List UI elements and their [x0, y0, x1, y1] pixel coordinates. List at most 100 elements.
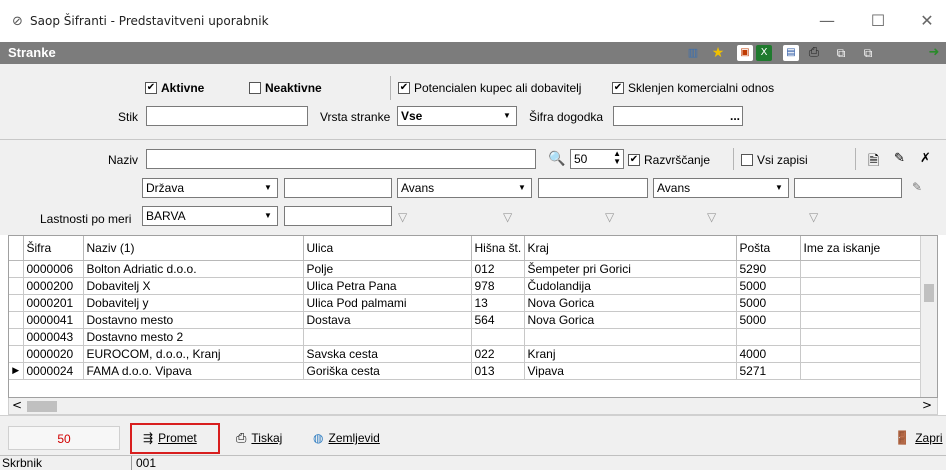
scrollbar-thumb[interactable]	[924, 284, 934, 302]
table-row[interactable]: 0000020 EUROCOM, d.o.o., Kranj Savska cest…	[9, 345, 921, 363]
row-indicator	[9, 294, 24, 312]
export-icon[interactable]: ▣	[737, 45, 753, 61]
vrsta-stranke-select[interactable]: Vse ▼	[397, 106, 517, 126]
table-cell	[800, 260, 921, 278]
column-header[interactable]: Šifra	[23, 236, 84, 261]
horizontal-scrollbar[interactable]: < >	[8, 398, 938, 415]
clear-filter-icon[interactable]: ✎	[912, 180, 922, 194]
table-cell	[303, 328, 472, 346]
promet-button[interactable]: ⇶ Promet	[143, 428, 197, 448]
sklenjen-checkbox[interactable]: ✔ Sklenjen komercialni odnos	[612, 81, 774, 95]
app-icon: ⊘	[12, 14, 23, 29]
table-row[interactable]: 0000043 Dostavno mesto 2	[9, 328, 921, 346]
table-cell: Dobavitelj X	[83, 277, 304, 295]
neaktivne-label: Neaktivne	[265, 81, 322, 95]
paste-icon[interactable]: ⧉	[860, 45, 876, 61]
table-cell	[736, 328, 801, 346]
filter-icon[interactable]: ▽	[398, 210, 412, 224]
avans2-select[interactable]: Avans ▼	[653, 178, 789, 198]
table-cell: 5290	[736, 260, 801, 278]
door-icon: 🚪	[894, 430, 911, 445]
table-cell: 5000	[736, 294, 801, 312]
table-cell: Čudolandija	[524, 277, 737, 295]
vsi-zapisi-checkbox[interactable]: Vsi zapisi	[741, 153, 808, 167]
vertical-scrollbar[interactable]	[920, 236, 937, 397]
tiskaj-button[interactable]: ⎙ Tiskaj	[236, 428, 282, 448]
column-header[interactable]: Kraj	[524, 236, 737, 261]
column-header[interactable]: Ulica	[303, 236, 472, 261]
scrollbar-thumb[interactable]	[27, 401, 57, 412]
table-row[interactable]: ▶ 0000024 FAMA d.o.o. Vipava Goriška cesta 0…	[9, 362, 921, 380]
table-cell: 5271	[736, 362, 801, 380]
edit-icon[interactable]: ✎	[894, 150, 905, 166]
chart-icon[interactable]: ▤	[783, 45, 799, 61]
table-cell: 0000020	[23, 345, 84, 363]
filter-icon[interactable]: ▽	[707, 210, 721, 224]
filter-form: ✔ Aktivne Neaktivne ✔ Potencialen kupec …	[0, 64, 946, 235]
star-icon[interactable]: ★	[710, 45, 726, 61]
excel-icon[interactable]: X	[756, 45, 772, 61]
avans2-value-input[interactable]	[794, 178, 902, 198]
chevron-down-icon: ▼	[503, 111, 511, 120]
filter-icon[interactable]: ▽	[503, 210, 517, 224]
drzava-value-input[interactable]	[284, 178, 392, 198]
neaktivne-checkbox[interactable]: Neaktivne	[249, 81, 322, 95]
copy-icon[interactable]: ⧉	[833, 45, 849, 61]
table-cell: EUROCOM, d.o.o., Kranj	[83, 345, 304, 363]
naziv-input[interactable]	[146, 149, 536, 169]
razvrscanje-checkbox[interactable]: ✔ Razvrščanje	[628, 153, 710, 167]
scroll-right-arrow[interactable]: >	[922, 398, 932, 412]
new-document-icon[interactable]: 🗎	[868, 150, 879, 174]
table-row[interactable]: 0000041 Dostavno mesto Dostava 564 Nova Gori…	[9, 311, 921, 329]
potencialen-checkbox[interactable]: ✔ Potencialen kupec ali dobavitelj	[398, 81, 581, 95]
chevron-down-icon: ▼	[518, 183, 526, 192]
row-indicator: ▶	[9, 362, 24, 380]
limit-spinner[interactable]: 50 ▲ ▼	[570, 149, 624, 169]
filter-icon[interactable]: ▽	[809, 210, 823, 224]
status-label: Skrbnik	[2, 456, 43, 470]
table-cell	[800, 345, 921, 363]
maximize-button[interactable]: ☐	[863, 10, 893, 32]
exit-icon[interactable]: ➜	[926, 45, 942, 61]
check-icon: ✔	[628, 154, 640, 166]
column-header[interactable]: Pošta	[736, 236, 801, 261]
avans1-value-input[interactable]	[538, 178, 648, 198]
check-icon: ✔	[398, 82, 410, 94]
spinner-arrows-icon[interactable]: ▲ ▼	[613, 150, 621, 166]
table-row[interactable]: 0000006 Bolton Adriatic d.o.o. Polje 012 Šem…	[9, 260, 921, 278]
divider	[390, 76, 391, 100]
column-header[interactable]: Naziv (1)	[83, 236, 304, 261]
search-icon[interactable]: 🔍	[548, 150, 565, 167]
avans1-select[interactable]: Avans ▼	[397, 178, 532, 198]
minimize-button[interactable]: —	[812, 10, 842, 32]
close-button[interactable]: ✕	[912, 10, 942, 32]
sklenjen-label: Sklenjen komercialni odnos	[628, 81, 775, 95]
drzava-select[interactable]: Država ▼	[142, 178, 278, 198]
stik-input[interactable]	[146, 106, 308, 126]
table-cell: Dostavno mesto 2	[83, 328, 304, 346]
scroll-left-arrow[interactable]: <	[12, 398, 22, 412]
barva-select[interactable]: BARVA ▼	[142, 206, 278, 226]
table-row[interactable]: 0000201 Dobavitelj y Ulica Pod palmami 13 No…	[9, 294, 921, 312]
zapri-button[interactable]: 🚪 Zapri	[894, 428, 943, 448]
layout-icon[interactable]: ▥	[685, 45, 701, 61]
column-header[interactable]: Ime za iskanje	[800, 236, 921, 261]
aktivne-checkbox[interactable]: ✔ Aktivne	[145, 81, 204, 95]
table-row[interactable]: 0000200 Dobavitelj X Ulica Petra Pana 978 Ču…	[9, 277, 921, 295]
sifra-dogodka-input[interactable]: ...	[613, 106, 743, 126]
table-header-row: Šifra Naziv (1) Ulica Hišna št. Kraj Pošta Ime…	[9, 236, 921, 261]
table-cell: Ulica Petra Pana	[303, 277, 472, 295]
column-header[interactable]: Hišna št.	[471, 236, 525, 261]
print-icon[interactable]: ⎙	[806, 45, 822, 61]
table-cell: 022	[471, 345, 525, 363]
record-count: 50	[8, 426, 120, 450]
filter-icon[interactable]: ▽	[605, 210, 619, 224]
table-cell: 564	[471, 311, 525, 329]
zemljevid-button[interactable]: ◍ Zemljevid	[313, 428, 380, 448]
row-indicator	[9, 328, 24, 346]
delete-icon[interactable]: ✗	[920, 150, 931, 166]
barva-value-input[interactable]	[284, 206, 392, 226]
browse-button[interactable]: ...	[730, 109, 740, 123]
action-bar: 50 ⇶ Promet ⎙ Tiskaj ◍ Zemljevid 🚪 Zapri	[0, 415, 946, 455]
status-value: 001	[131, 456, 156, 470]
